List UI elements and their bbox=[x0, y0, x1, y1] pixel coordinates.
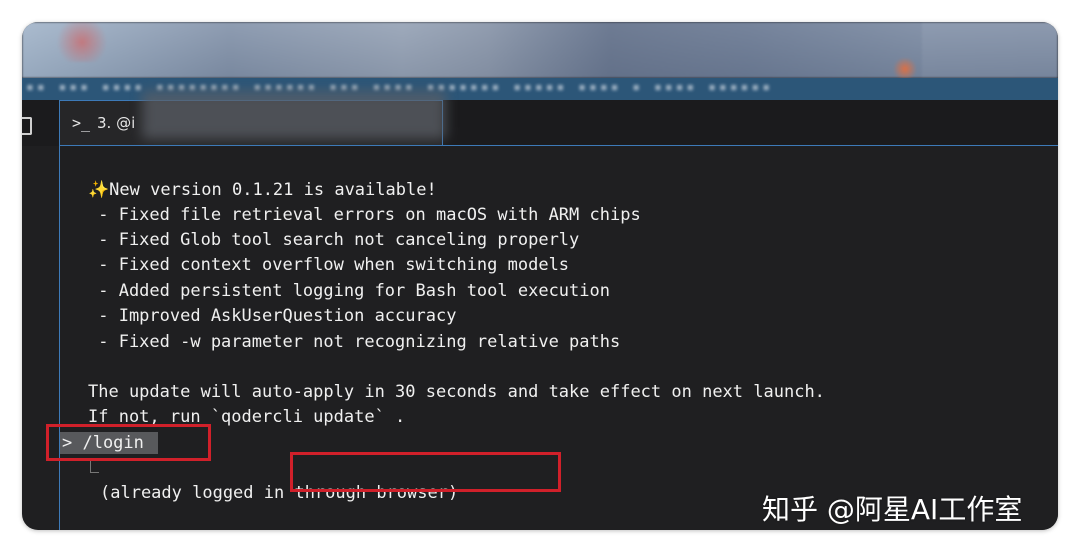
changelog-line: - Fixed context overflow when switching … bbox=[88, 255, 570, 275]
watermark: 知乎 @阿星AI工作室 bbox=[762, 493, 1023, 526]
split-layout-icon[interactable] bbox=[22, 117, 32, 135]
tab-session-3[interactable]: >_ 3. @i bbox=[59, 91, 446, 146]
title-bar bbox=[22, 22, 1058, 80]
tab-label: 3. @i bbox=[97, 114, 136, 132]
changelog-line: - Fixed file retrieval errors on macOS w… bbox=[88, 205, 641, 225]
terminal-prompt-icon: >_ bbox=[72, 114, 91, 132]
sparkle-icon: ✨ bbox=[88, 180, 110, 200]
redacted-tab-title bbox=[142, 91, 446, 139]
tab-bar: >_ 3. @i bbox=[22, 91, 1058, 146]
highlight-box-login bbox=[46, 424, 211, 461]
changelog-line: - Fixed Glob tool search not canceling p… bbox=[88, 230, 580, 250]
highlight-box-browser bbox=[290, 452, 561, 492]
changelog-line: - Improved AskUserQuestion accuracy bbox=[88, 306, 457, 326]
changelog-line: - Added persistent logging for Bash tool… bbox=[88, 281, 610, 301]
update-notice: ✨New version 0.1.21 is available! bbox=[88, 180, 437, 200]
auto-apply-notice: The update will auto-apply in 30 seconds… bbox=[88, 382, 825, 402]
changelog-line: - Fixed -w parameter not recognizing rel… bbox=[88, 332, 621, 352]
